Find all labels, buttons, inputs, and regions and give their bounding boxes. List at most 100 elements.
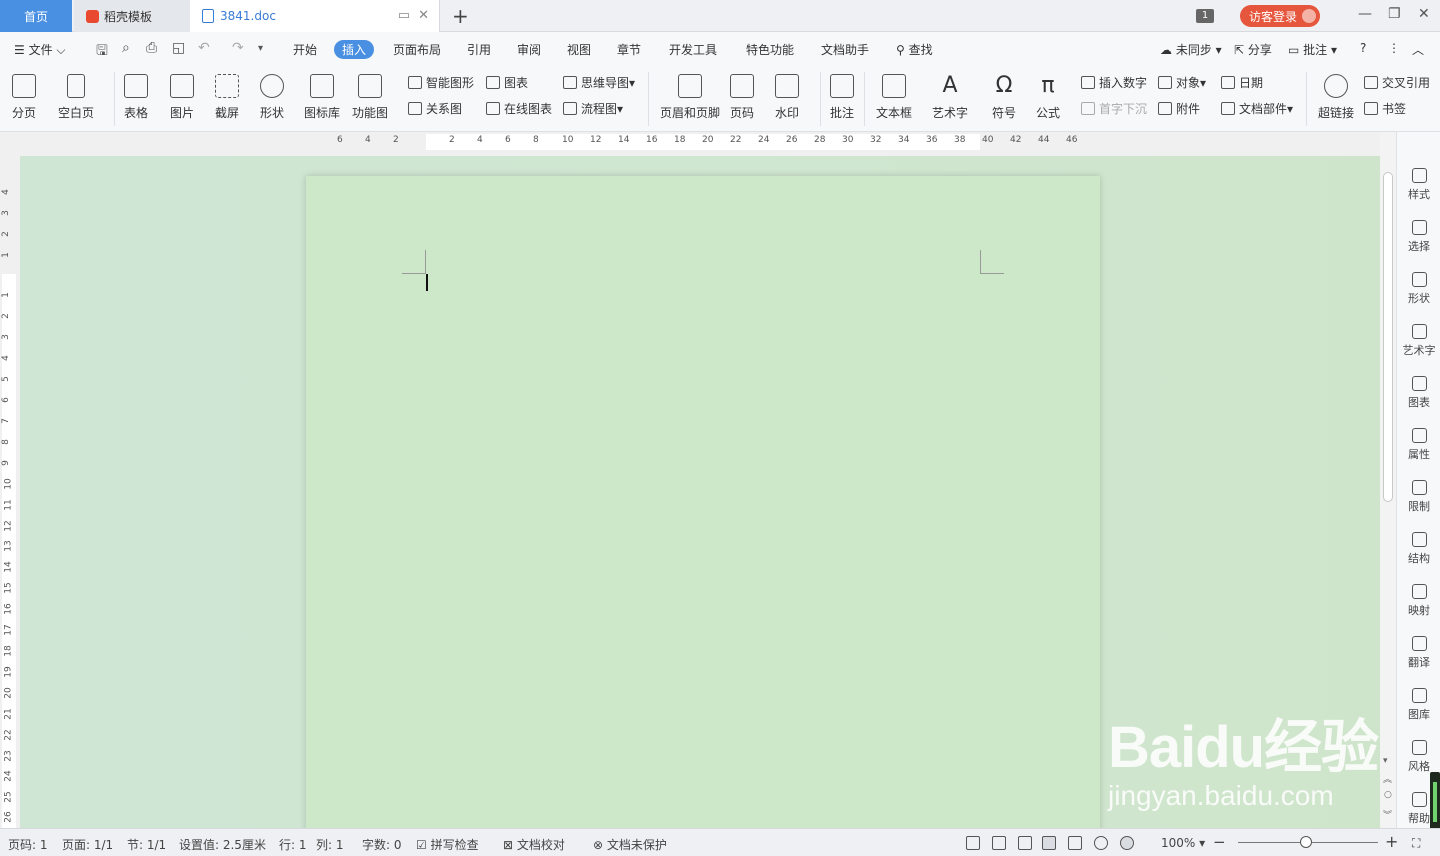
share-button[interactable]: ⇱ 分享 <box>1234 41 1272 58</box>
menu-item-features[interactable]: 特色功能 <box>746 41 794 58</box>
eye-protect-icon[interactable] <box>1120 836 1134 850</box>
picture-button[interactable]: 图片 <box>170 74 194 121</box>
new-tab-button[interactable]: + <box>452 4 469 28</box>
right-panel-gallery[interactable]: 图库 <box>1397 688 1440 722</box>
blank-page-button[interactable]: 空白页 <box>58 74 94 121</box>
menu-item-layout[interactable]: 页面布局 <box>393 41 441 58</box>
scrollbar-thumb[interactable] <box>1383 172 1393 502</box>
right-panel-chart[interactable]: 图表 <box>1397 376 1440 410</box>
shape-button[interactable]: 形状 <box>260 74 284 121</box>
window-count-badge[interactable]: 1 <box>1196 9 1214 23</box>
icon-library-button[interactable]: 图标库 <box>304 74 340 121</box>
relation-button[interactable]: 关系图 <box>408 100 462 117</box>
browse-object-icon[interactable]: ○ <box>1384 790 1392 800</box>
online-chart-button[interactable]: 在线图表 <box>486 100 552 117</box>
zoom-slider-knob[interactable] <box>1300 836 1312 848</box>
right-panel-theme[interactable]: 风格 <box>1397 740 1440 774</box>
save-icon[interactable]: 🖫 <box>96 40 108 64</box>
insert-number-button[interactable]: 插入数字 <box>1081 74 1147 91</box>
page-break-button[interactable]: 分页 <box>12 74 36 121</box>
textbox-button[interactable]: 文本框 <box>876 74 912 121</box>
watermark-button[interactable]: 水印 <box>775 74 799 121</box>
insert-comment-button[interactable]: 批注 <box>830 74 854 121</box>
chart-button[interactable]: 图表 <box>486 74 528 91</box>
object-button[interactable]: 对象 ▾ <box>1158 74 1206 91</box>
close-tab-icon[interactable]: ✕ <box>418 8 429 23</box>
flowchart-button[interactable]: 流程图 ▾ <box>563 100 623 117</box>
status-pages[interactable]: 页面: 1/1 <box>62 836 113 853</box>
pin-icon[interactable]: ▭ <box>398 8 410 23</box>
screenshot-button[interactable]: 截屏 <box>215 74 239 121</box>
scroll-down-icon[interactable]: ▾ <box>1383 756 1388 766</box>
read-mode-icon[interactable] <box>992 836 1006 850</box>
right-panel-shape[interactable]: 形状 <box>1397 272 1440 306</box>
spell-check-button[interactable]: ☑ 拼写检查 <box>416 836 479 853</box>
right-panel-structure[interactable]: 结构 <box>1397 532 1440 566</box>
redo-icon[interactable]: ↷ <box>232 40 244 56</box>
file-menu[interactable]: ☰ 文件 ⌵ <box>14 41 66 58</box>
header-footer-button[interactable]: 页眉和页脚 <box>660 74 720 121</box>
right-panel-property[interactable]: 属性 <box>1397 428 1440 462</box>
vertical-scrollbar[interactable]: ▾ ︽ ○ ︾ <box>1380 132 1396 828</box>
write-mode-icon[interactable] <box>1018 836 1032 850</box>
status-col[interactable]: 列: 1 <box>316 836 344 853</box>
print-preview-icon[interactable]: ◱ <box>172 40 185 56</box>
smart-shape-button[interactable]: 智能图形 <box>408 74 474 91</box>
undo-icon[interactable]: ↶ <box>198 40 210 56</box>
search-button[interactable]: ⚲ 查找 <box>896 41 933 58</box>
outline-view-icon[interactable] <box>1068 836 1082 850</box>
attachment-button[interactable]: 附件 <box>1158 100 1200 117</box>
status-row[interactable]: 行: 1 <box>279 836 307 853</box>
status-page-num[interactable]: 页码: 1 <box>8 836 48 853</box>
page-view-icon[interactable] <box>1042 836 1056 850</box>
vertical-ruler[interactable]: 4 3 2 1 1 2 3 4 5 6 7 8 9 10 11 12 13 14 15 16 17 18 19 20 21 22 2… <box>0 156 20 834</box>
table-button[interactable]: 表格 <box>124 74 148 121</box>
menu-item-reference[interactable]: 引用 <box>467 41 491 58</box>
page-number-button[interactable]: 页码 <box>730 74 754 121</box>
close-window-icon[interactable]: ✕ <box>1418 6 1430 22</box>
zoom-fit-icon[interactable]: ⛶ <box>1412 836 1420 851</box>
cross-reference-button[interactable]: 交叉引用 <box>1364 74 1430 91</box>
doc-parts-button[interactable]: 文档部件 ▾ <box>1221 100 1293 117</box>
tab-home[interactable]: 首页 <box>0 0 72 32</box>
zoom-level[interactable]: 100% ▾ <box>1161 836 1205 850</box>
right-panel-wordart[interactable]: 艺术字 <box>1397 324 1440 358</box>
tab-template[interactable]: 稻壳模板 <box>74 0 190 32</box>
right-panel-style[interactable]: 样式 <box>1397 168 1440 202</box>
web-view-icon[interactable] <box>1094 836 1108 850</box>
more-icon[interactable]: ⋮ <box>1388 41 1400 55</box>
function-chart-button[interactable]: 功能图 <box>352 74 388 121</box>
menu-item-review[interactable]: 审阅 <box>517 41 541 58</box>
hyperlink-button[interactable]: 超链接 <box>1318 74 1354 121</box>
wordart-button[interactable]: A 艺术字 <box>932 74 968 121</box>
restore-icon[interactable]: ❐ <box>1388 6 1401 22</box>
menu-item-devtools[interactable]: 开发工具 <box>669 41 717 58</box>
status-setting[interactable]: 设置值: 2.5厘米 <box>179 836 266 853</box>
proofread-button[interactable]: ⊠ 文档校对 <box>503 836 565 853</box>
bookmark-button[interactable]: 书签 <box>1364 100 1406 117</box>
protect-button[interactable]: ⊗ 文档未保护 <box>593 836 667 853</box>
menu-item-view[interactable]: 视图 <box>567 41 591 58</box>
print-icon[interactable]: ⎙ <box>146 40 157 56</box>
fullscreen-icon[interactable] <box>966 836 980 850</box>
right-panel-select[interactable]: 选择 <box>1397 220 1440 254</box>
format-painter-icon[interactable]: ⌕ <box>122 40 130 56</box>
document-page[interactable] <box>306 176 1100 836</box>
menu-item-doc-assistant[interactable]: 文档助手 <box>821 41 869 58</box>
customize-icon[interactable]: ▾ <box>258 43 263 54</box>
menu-item-insert[interactable]: 插入 <box>334 40 375 59</box>
status-words[interactable]: 字数: 0 <box>362 836 402 853</box>
sync-button[interactable]: ☁ 未同步 ▾ <box>1160 41 1222 58</box>
menu-item-chapter[interactable]: 章节 <box>617 41 641 58</box>
date-button[interactable]: 日期 <box>1221 74 1263 91</box>
comment-menu-button[interactable]: ▭ 批注 ▾ <box>1288 41 1337 58</box>
right-panel-mapping[interactable]: 映射 <box>1397 584 1440 618</box>
horizontal-ruler[interactable]: 6 4 2 2 4 6 8 10 12 14 16 18 20 22 24 26 28 30 32 34 36 38 40 4… <box>0 132 1380 156</box>
zoom-in-icon[interactable]: + <box>1385 832 1398 851</box>
status-section[interactable]: 节: 1/1 <box>127 836 166 853</box>
right-panel-translate[interactable]: 翻译 <box>1397 636 1440 670</box>
collapse-ribbon-icon[interactable]: ︿ <box>1412 41 1424 58</box>
help-icon[interactable]: ? <box>1360 41 1366 55</box>
tab-document[interactable]: 3841.doc ▭ ✕ <box>190 0 440 32</box>
next-page-icon[interactable]: ︾ <box>1383 808 1392 821</box>
